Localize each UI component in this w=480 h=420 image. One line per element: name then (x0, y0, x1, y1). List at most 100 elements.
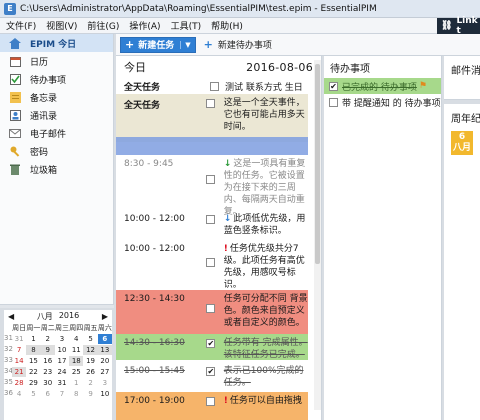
calendar-day[interactable]: 13 (97, 345, 112, 355)
calendar-day[interactable]: 29 (26, 378, 40, 388)
calendar-day[interactable]: 7 (12, 345, 26, 355)
todo-item[interactable]: ✔ 已完成的 待办事项 ⚑ (324, 78, 441, 94)
sidebar-splitter[interactable] (0, 304, 114, 308)
task-checkbox[interactable] (206, 215, 216, 224)
calendar-day[interactable]: 1 (26, 334, 40, 344)
anniversary-title: 周年纪 (451, 114, 480, 125)
calendar-day[interactable]: 31 (55, 378, 69, 388)
calendar-day[interactable]: 10 (98, 389, 112, 399)
task-checkbox[interactable] (206, 258, 216, 267)
event-bar[interactable] (116, 137, 308, 155)
calendar-day[interactable]: 26 (83, 367, 97, 377)
todo-pane: 待办事项 ✔ 已完成的 待办事项 ⚑ 带 提醒通知 的 待办事项 (324, 56, 442, 420)
link-button-label: Link t (456, 16, 478, 36)
calendar-day[interactable]: 9 (83, 389, 97, 399)
allday-label: 全天任务 (124, 82, 161, 93)
mini-calendar-year[interactable]: 2016 (59, 311, 79, 322)
calendar-day[interactable]: 12 (83, 345, 98, 355)
task-checkbox[interactable] (206, 175, 216, 184)
link-button[interactable]: ⛓ Link t (437, 16, 480, 36)
todo-item[interactable]: 带 提醒通知 的 待办事项 (324, 94, 441, 110)
allday-event[interactable]: 全天任务 这是一个全天事件，它也有可能占用多天时间。 (116, 94, 308, 142)
calendar-day[interactable]: 8 (69, 389, 83, 399)
calendar-day[interactable]: 5 (83, 334, 97, 344)
calendar-day[interactable]: 27 (98, 367, 112, 377)
calendar-day[interactable]: 15 (26, 356, 40, 366)
menu-help[interactable]: 帮助(H) (211, 19, 243, 32)
menu-view[interactable]: 视图(V) (46, 19, 77, 32)
sidebar-item-trash[interactable]: 垃圾箱 (0, 160, 113, 178)
calendar-day[interactable]: 2 (83, 378, 97, 388)
sidebar-item-calendar[interactable]: 日历 (0, 52, 113, 70)
next-month-icon[interactable]: ▶ (102, 312, 108, 321)
task-checkbox[interactable] (206, 304, 216, 313)
calendar-day[interactable]: 25 (69, 367, 83, 377)
calendar-day[interactable]: 22 (26, 367, 40, 377)
home-icon (8, 37, 22, 49)
calendar-day[interactable]: 18 (69, 356, 84, 366)
calendar-day[interactable]: 6 (41, 389, 55, 399)
sidebar-item-notes[interactable]: 备忘录 (0, 88, 113, 106)
task-checkbox[interactable] (206, 397, 216, 406)
calendar-day[interactable]: 8 (26, 345, 41, 355)
event-row[interactable]: 12:30 - 14:30 任务可分配不同 背景色。颜色来自预定义或者自定义的颜… (116, 290, 308, 334)
calendar-day[interactable]: 4 (69, 334, 83, 344)
calendar-day[interactable]: 6 (97, 334, 112, 344)
calendar-day[interactable]: 5 (26, 389, 40, 399)
calendar-day[interactable]: 3 (98, 378, 112, 388)
event-row[interactable]: 14:30 - 16:30 ✔ 任务带有 完成属性。该特征任务已完成。 (116, 334, 308, 360)
calendar-day[interactable]: 28 (12, 378, 26, 388)
calendar-day[interactable]: 4 (12, 389, 26, 399)
calendar-day[interactable]: 9 (40, 345, 55, 355)
mini-calendar-month[interactable]: 八月 (37, 311, 53, 322)
calendar-day[interactable]: 3 (55, 334, 69, 344)
new-task-button[interactable]: + 新建任务 ▼ (120, 36, 196, 53)
calendar-day[interactable]: 14 (12, 356, 26, 366)
task-checkbox[interactable]: ✔ (206, 339, 216, 348)
new-todo-button[interactable]: + 新建待办事项 (204, 38, 272, 51)
menu-actions[interactable]: 操作(A) (129, 19, 160, 32)
event-row[interactable]: 15:00 - 15:45 ✔ 表示已100%完成的任务。 (116, 362, 308, 390)
calendar-day[interactable]: 31 (12, 334, 26, 344)
task-checkbox[interactable]: ✔ (206, 367, 216, 376)
calendar-day[interactable]: 17 (55, 356, 69, 366)
task-checkbox[interactable] (206, 99, 216, 108)
menu-go[interactable]: 前往(G) (87, 19, 119, 32)
calendar-day[interactable]: 19 (83, 356, 97, 366)
sidebar-item-passwords[interactable]: 密码 (0, 142, 113, 160)
scrollbar-thumb[interactable] (315, 64, 320, 264)
event-row[interactable]: 17:00 - 19:00 ! 任务可以自由拖拽 (116, 392, 308, 420)
calendar-day[interactable]: 11 (69, 345, 83, 355)
calendar-day[interactable]: 2 (41, 334, 55, 344)
week-number: 31 (4, 334, 13, 342)
chevron-down-icon[interactable]: ▼ (180, 40, 191, 49)
allday-row[interactable]: 全天任务 测试 联系方式 生日 (116, 78, 321, 94)
calendar-day[interactable]: 10 (55, 345, 69, 355)
event-row[interactable]: 8:30 - 9:45 ↓ 这是一项具有重复性的任务。它被设置为在接下来的三周内、… (116, 155, 308, 217)
calendar-day[interactable]: 16 (41, 356, 55, 366)
menu-tools[interactable]: 工具(T) (171, 19, 202, 32)
calendar-day[interactable]: 20 (98, 356, 112, 366)
menu-file[interactable]: 文件(F) (6, 19, 36, 32)
sidebar-item-mail[interactable]: 电子邮件 (0, 124, 113, 142)
today-scrollbar[interactable] (314, 60, 321, 410)
todo-checkbox[interactable]: ✔ (329, 81, 338, 91)
today-title: 今日 (124, 61, 146, 74)
calendar-day[interactable]: 21 (12, 367, 27, 377)
todo-checkbox[interactable] (329, 97, 338, 107)
event-row[interactable]: 10:00 - 12:00 ↓ 此项低优先级，用蓝色竖条标识。 (116, 210, 308, 240)
calendar-day[interactable]: 1 (69, 378, 83, 388)
mini-calendar: ◀ 八月 2016 ▶ 周日 周一 周二 周三 周四 周五 周六 31 31 1 2 3 4 5 6 32 7 8… (4, 310, 112, 420)
sidebar-item-todo[interactable]: 待办事项 (0, 70, 113, 88)
calendar-day[interactable]: 30 (41, 378, 55, 388)
sidebar-item-today[interactable]: EPIM 今日 (0, 34, 113, 52)
calendar-day[interactable]: 23 (41, 367, 55, 377)
date-badge[interactable]: 6 八月 (451, 131, 473, 155)
prev-month-icon[interactable]: ◀ (8, 312, 14, 321)
event-row[interactable]: 10:00 - 12:00 ! 任务优先级共分7级。此项任务有高优先级，用感叹号标… (116, 240, 308, 290)
calendar-day[interactable]: 7 (55, 389, 69, 399)
sidebar-item-contacts[interactable]: 通讯录 (0, 106, 113, 124)
badge-month: 八月 (452, 143, 471, 153)
calendar-day[interactable]: 24 (55, 367, 69, 377)
task-checkbox[interactable] (210, 81, 219, 91)
